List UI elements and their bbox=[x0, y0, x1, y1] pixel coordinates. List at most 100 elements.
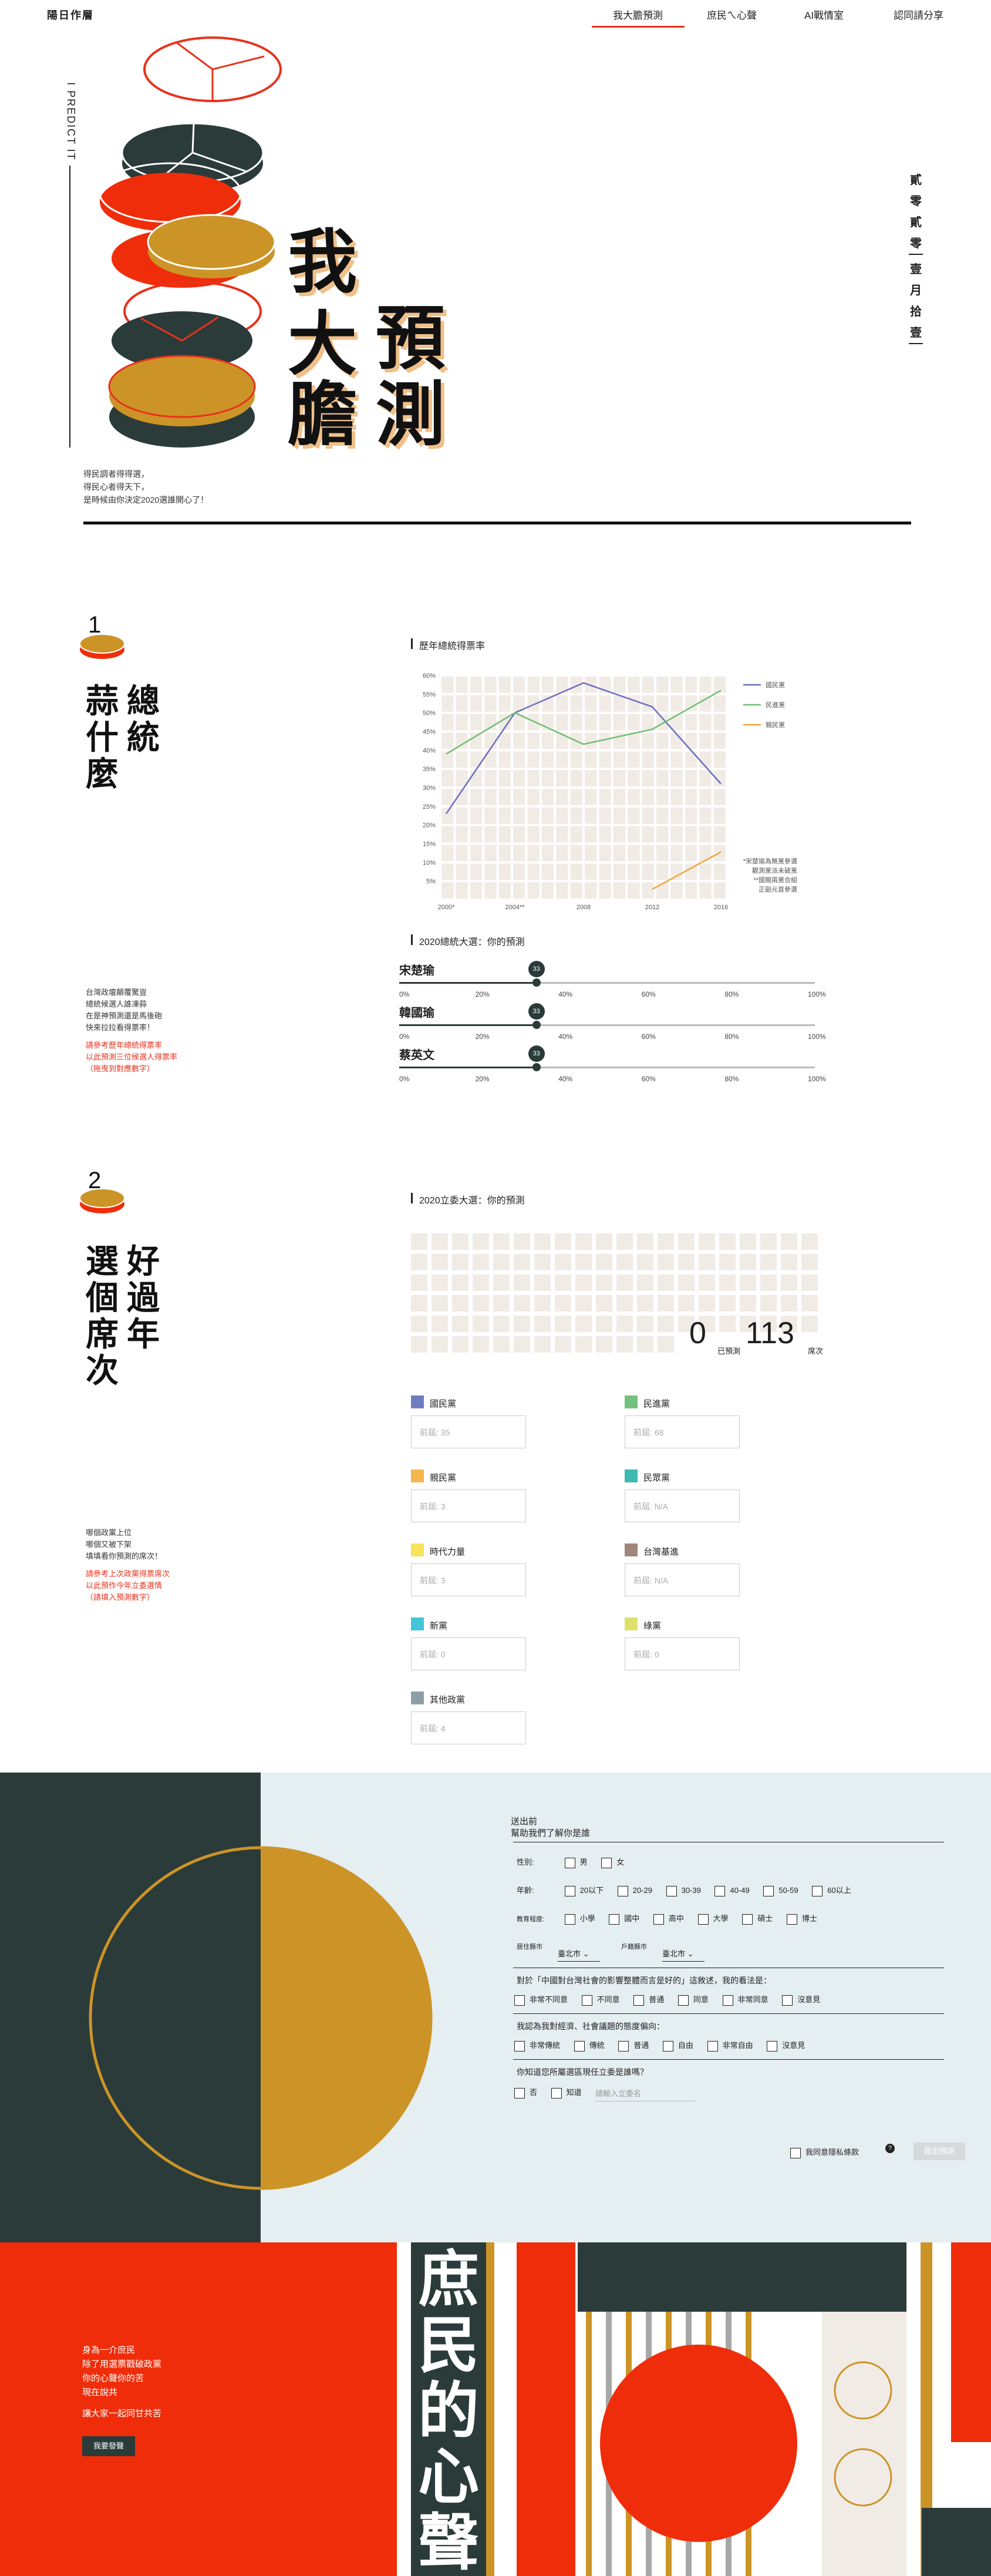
checkbox[interactable] bbox=[633, 1995, 645, 2006]
education-option[interactable]: 大學 bbox=[697, 1913, 729, 1925]
option[interactable]: 知道 bbox=[551, 2087, 582, 2099]
speak-up-button[interactable]: 我要發聲 bbox=[82, 2436, 135, 2456]
slider-handle[interactable] bbox=[532, 978, 541, 987]
age-option[interactable]: 40-49 bbox=[714, 1885, 750, 1896]
option[interactable]: 不同意 bbox=[581, 1995, 620, 2006]
seat-cell bbox=[678, 1295, 695, 1311]
age-option[interactable]: 20-29 bbox=[617, 1885, 652, 1896]
option[interactable]: 否 bbox=[514, 2087, 537, 2099]
party-seat-input[interactable]: 前屆: 4 bbox=[411, 1711, 526, 1744]
checkbox[interactable] bbox=[514, 2040, 525, 2052]
checkbox[interactable] bbox=[742, 1913, 753, 1925]
option[interactable]: 傳統 bbox=[574, 2040, 605, 2052]
checkbox[interactable] bbox=[653, 1913, 664, 1925]
nav-share[interactable]: 認同請分享 bbox=[894, 7, 943, 22]
checkbox[interactable] bbox=[722, 1995, 733, 2006]
checkbox[interactable] bbox=[666, 1885, 677, 1896]
education-option[interactable]: 碩士 bbox=[742, 1913, 773, 1925]
checkbox[interactable] bbox=[662, 2040, 673, 2052]
checkbox[interactable] bbox=[514, 1995, 525, 2006]
slider-handle[interactable] bbox=[532, 1021, 541, 1029]
checkbox[interactable] bbox=[707, 2040, 718, 2052]
slider-tick-label: 80% bbox=[724, 1075, 739, 1083]
checkbox[interactable] bbox=[767, 2040, 778, 2052]
brand-logo[interactable]: 陽日作層 bbox=[47, 7, 94, 22]
checkbox[interactable] bbox=[812, 1885, 823, 1896]
grid-cell bbox=[642, 826, 654, 843]
y-tick-label: 25% bbox=[423, 803, 436, 811]
checkbox[interactable] bbox=[697, 1913, 709, 1925]
checkbox[interactable] bbox=[601, 1857, 612, 1868]
seat-cell bbox=[473, 1254, 489, 1270]
registry-select[interactable]: 臺北市 ⌄ bbox=[662, 1948, 705, 1962]
info-icon[interactable]: ? bbox=[885, 2144, 895, 2153]
age-option[interactable]: 60以上 bbox=[812, 1885, 851, 1896]
party-seat-input[interactable]: 前屆: 0 bbox=[625, 1637, 740, 1670]
option[interactable]: 非常自由 bbox=[707, 2040, 753, 2052]
grid-cell bbox=[570, 807, 582, 824]
checkbox[interactable] bbox=[564, 1913, 575, 1925]
education-option[interactable]: 博士 bbox=[786, 1913, 817, 1925]
checkbox[interactable] bbox=[790, 2147, 801, 2158]
checkbox[interactable] bbox=[617, 1885, 628, 1896]
option[interactable]: 沒意見 bbox=[782, 1995, 820, 2006]
age-option[interactable]: 50-59 bbox=[763, 1885, 798, 1896]
checkbox[interactable] bbox=[677, 1995, 689, 2006]
option[interactable]: 同意 bbox=[677, 1995, 709, 2006]
registry-label: 戶籍縣市 bbox=[621, 1943, 647, 1951]
grid-cell bbox=[513, 677, 525, 693]
option[interactable]: 普通 bbox=[633, 1995, 664, 2006]
option[interactable]: 普通 bbox=[618, 2040, 649, 2052]
checkbox[interactable] bbox=[574, 2040, 585, 2052]
hero-title-char: 膽 bbox=[288, 374, 358, 455]
legend-label: 國民黨 bbox=[766, 681, 785, 689]
party-seat-input[interactable]: 前屆: 0 bbox=[411, 1637, 526, 1670]
checkbox[interactable] bbox=[564, 1857, 575, 1868]
checkbox[interactable] bbox=[782, 1995, 793, 2006]
party-seat-input[interactable]: 前屆: N/A bbox=[625, 1489, 740, 1522]
checkbox[interactable] bbox=[609, 1913, 620, 1925]
nav-predict[interactable]: 我大膽預測 bbox=[613, 7, 663, 22]
education-option[interactable]: 小學 bbox=[564, 1913, 595, 1925]
education-option[interactable]: 高中 bbox=[653, 1913, 684, 1925]
option[interactable]: 非常同意 bbox=[722, 1995, 768, 2006]
nav-ai[interactable]: AI戰情室 bbox=[804, 7, 844, 22]
submit-button[interactable]: 提出預測 bbox=[914, 2143, 965, 2160]
seat-cell bbox=[473, 1295, 489, 1311]
checkbox[interactable] bbox=[714, 1885, 726, 1896]
slider-handle[interactable] bbox=[532, 1063, 541, 1071]
legislator-name-input[interactable]: 請輸入立委名 bbox=[595, 2087, 695, 2101]
party-seat-input[interactable]: 前屆: 35 bbox=[411, 1415, 526, 1448]
gender-option[interactable]: 女 bbox=[601, 1857, 624, 1868]
party-seat-input[interactable]: 前屆: 3 bbox=[411, 1489, 526, 1522]
age-option[interactable]: 30-39 bbox=[666, 1885, 701, 1896]
date-char: 零 bbox=[910, 237, 922, 250]
checkbox[interactable] bbox=[564, 1885, 575, 1896]
option[interactable]: 非常傳統 bbox=[514, 2040, 560, 2052]
grid-cell bbox=[613, 882, 626, 899]
grid-cell bbox=[541, 863, 554, 880]
grid-cell bbox=[599, 863, 611, 880]
option[interactable]: 沒意見 bbox=[767, 2040, 805, 2052]
checkbox[interactable] bbox=[618, 2040, 629, 2052]
gender-option[interactable]: 男 bbox=[564, 1857, 588, 1868]
party-seat-input[interactable]: 前屆: 68 bbox=[625, 1415, 740, 1448]
checkbox[interactable] bbox=[581, 1995, 592, 2006]
checkbox[interactable] bbox=[763, 1885, 774, 1896]
checkbox[interactable] bbox=[786, 1913, 797, 1925]
nav-voice[interactable]: 庶民ㄟ心聲 bbox=[707, 7, 757, 22]
grid-cell bbox=[685, 882, 697, 899]
slider-tick-label: 60% bbox=[641, 1075, 656, 1083]
option[interactable]: 非常不同意 bbox=[514, 1995, 568, 2006]
checkbox[interactable] bbox=[551, 2087, 562, 2099]
grid-cell bbox=[484, 789, 497, 805]
party-seat-input[interactable]: 前屆: 3 bbox=[411, 1563, 526, 1596]
grid-cell bbox=[699, 732, 712, 749]
option[interactable]: 自由 bbox=[662, 2040, 693, 2052]
checkbox[interactable] bbox=[514, 2087, 525, 2099]
age-option[interactable]: 20以下 bbox=[564, 1885, 604, 1896]
privacy-consent[interactable]: 我同意隱私條款 bbox=[790, 2146, 859, 2158]
education-option[interactable]: 國中 bbox=[609, 1913, 639, 1925]
residence-select[interactable]: 臺北市 ⌄ bbox=[558, 1948, 600, 1962]
party-seat-input[interactable]: 前屆: N/A bbox=[625, 1563, 740, 1596]
